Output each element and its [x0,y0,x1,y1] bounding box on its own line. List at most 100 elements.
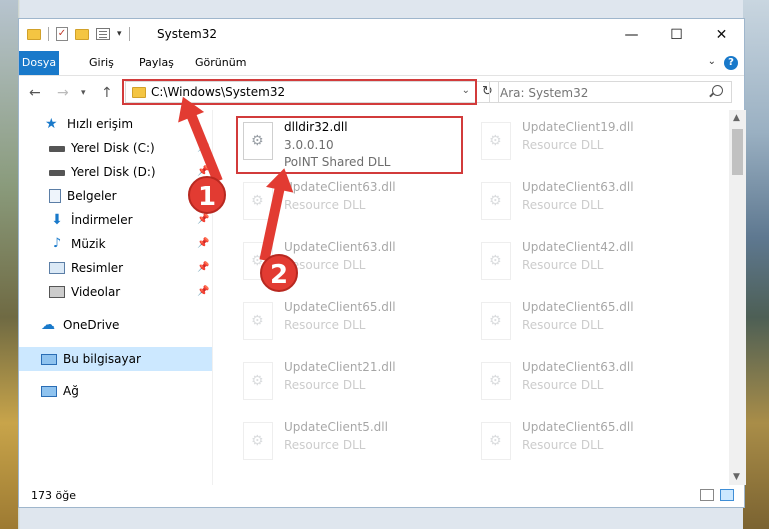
file-description: Resource DLL [284,318,366,332]
sidebar-item-label: Resimler [71,261,124,275]
file-tile[interactable]: UpdateClient19.dll Resource DLL [475,116,705,172]
title-bar: ✓ ▾ System32 — ☐ ✕ [19,19,744,51]
scrollbar-thumb[interactable] [732,129,743,175]
forward-arrow-icon[interactable]: → [57,85,69,101]
file-tile[interactable]: UpdateClient63.dll Resource DLL [475,356,705,412]
sidebar-item-label: Yerel Disk (D:) [71,165,156,179]
tab-view[interactable]: Görünüm [187,51,254,75]
file-description: Resource DLL [522,138,604,152]
sidebar-item-pictures[interactable]: Resimler [49,257,123,279]
sidebar-item-label: İndirmeler [71,213,133,227]
sidebar-item-quick-access[interactable]: ★ Hızlı erişim [45,113,133,135]
file-tile[interactable]: UpdateClient42.dll Resource DLL [475,236,705,292]
file-description: Resource DLL [284,438,366,452]
sidebar-item-downloads[interactable]: ⬇ İndirmeler [49,209,133,231]
desktop-background-right [743,0,769,529]
divider [128,27,130,41]
onedrive-icon: ☁ [41,317,55,333]
sidebar-item-this-pc[interactable]: Bu bilgisayar [19,347,212,371]
up-arrow-icon[interactable]: ↑ [101,85,113,101]
search-input[interactable] [498,85,702,101]
videos-icon [49,286,65,298]
search-box[interactable] [489,81,732,103]
dll-file-icon [481,242,511,280]
file-description: Resource DLL [284,378,366,392]
sidebar-item-label: Belgeler [67,189,117,203]
dll-file-icon [481,362,511,400]
callout-badge-2: 2 [260,254,298,292]
help-icon[interactable]: ? [724,56,738,70]
sidebar-item-local-disk-c[interactable]: Yerel Disk (C:) [49,137,155,159]
file-description: Resource DLL [522,258,604,272]
expand-ribbon-chevron-icon[interactable]: ⌄ [708,56,716,67]
pin-icon: 📌 [197,262,210,273]
file-name: UpdateClient65.dll [284,300,396,314]
file-name: UpdateClient65.dll [522,300,634,314]
dll-file-icon [481,422,511,460]
file-tile[interactable]: UpdateClient5.dll Resource DLL [237,416,467,472]
recent-locations-chevron-icon[interactable]: ▾ [81,88,86,98]
details-view-icon[interactable] [700,489,714,501]
dll-file-icon [481,182,511,220]
folder-icon [27,28,41,40]
sidebar-item-label: OneDrive [63,318,120,332]
scroll-up-icon[interactable]: ▲ [733,113,740,123]
tab-file[interactable]: Dosya [19,51,59,75]
file-tile[interactable]: UpdateClient63.dll Resource DLL [475,176,705,232]
minimize-button[interactable]: — [609,19,654,51]
file-name: UpdateClient63.dll [522,180,634,194]
sidebar-item-documents[interactable]: Belgeler [49,185,117,207]
sidebar-item-onedrive[interactable]: ☁ OneDrive [41,314,119,336]
documents-icon [49,189,61,203]
sidebar-item-videos[interactable]: Videolar [49,281,120,303]
file-name: UpdateClient19.dll [522,120,634,134]
sidebar-item-label: Bu bilgisayar [63,352,141,366]
file-tile[interactable]: UpdateClient21.dll Resource DLL [237,356,467,412]
customize-toolbar-chevron-icon[interactable]: ▾ [117,29,122,39]
vertical-scrollbar[interactable]: ▲ ▼ [729,110,746,485]
sidebar-item-music[interactable]: ♪ Müzik [49,233,106,255]
close-button[interactable]: ✕ [699,19,744,51]
downloads-icon: ⬇ [51,212,63,228]
file-description: Resource DLL [522,318,604,332]
file-tile[interactable]: UpdateClient65.dll Resource DLL [237,296,467,352]
network-icon [41,385,57,397]
file-description: Resource DLL [522,198,604,212]
pin-icon: 📌 [197,214,210,225]
back-arrow-icon[interactable]: ← [29,85,41,101]
sidebar-item-network[interactable]: Ağ [41,380,79,402]
scroll-down-icon[interactable]: ▼ [733,472,740,482]
sidebar-item-label: Hızlı erişim [67,117,134,131]
tab-share[interactable]: Paylaş [131,51,182,75]
music-icon: ♪ [52,236,62,251]
pin-icon: 📌 [197,286,210,297]
sidebar-item-local-disk-d[interactable]: Yerel Disk (D:) [49,161,156,183]
file-tile[interactable]: UpdateClient65.dll Resource DLL [475,296,705,352]
maximize-button[interactable]: ☐ [654,19,699,51]
drive-icon [49,170,65,176]
divider [48,27,49,41]
dll-file-icon [243,362,273,400]
navigation-pane: ★ Hızlı erişim Yerel Disk (C:) 📌 Yerel D… [19,110,212,485]
sidebar-item-label: Videolar [71,285,121,299]
file-name: UpdateClient5.dll [284,420,388,434]
file-name: UpdateClient63.dll [284,240,396,254]
item-count: 173 öğe [31,489,76,502]
tiles-view-icon[interactable] [720,489,734,501]
status-bar: 173 öğe [19,485,744,507]
drive-icon [49,146,65,152]
properties-icon[interactable] [96,28,110,40]
tab-home[interactable]: Giriş [81,51,122,75]
file-name: UpdateClient65.dll [522,420,634,434]
file-name: UpdateClient63.dll [284,180,396,194]
new-folder-icon[interactable] [75,28,89,40]
ribbon-tabs: Dosya Giriş Paylaş Görünüm ⌄ ? [19,51,744,76]
pin-icon: 📌 [197,238,210,249]
properties-check-icon[interactable]: ✓ [56,27,68,41]
computer-icon [41,353,57,365]
file-tile[interactable]: UpdateClient65.dll Resource DLL [475,416,705,472]
desktop-background-left [0,0,18,529]
dll-file-icon [481,122,511,160]
dll-file-icon [481,302,511,340]
dll-file-icon [243,422,273,460]
